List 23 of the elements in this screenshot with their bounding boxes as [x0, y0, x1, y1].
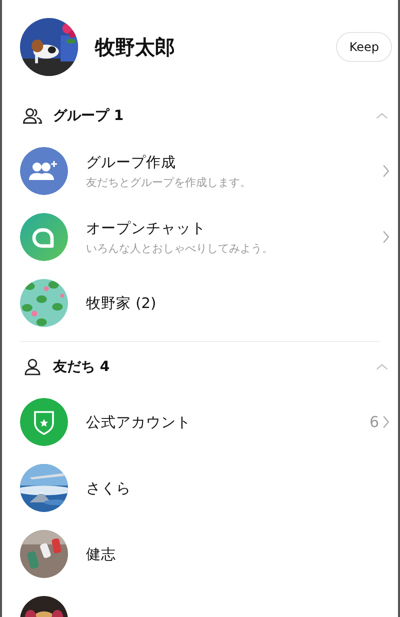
row-title[interactable]: グループ作成 [86, 152, 382, 172]
section-title: グループ 1 [53, 107, 125, 125]
row-title[interactable]: 健志 [86, 544, 390, 564]
row-subtitle: いろんな人とおしゃべりしてみよう。 [86, 240, 274, 256]
count: 6 [369, 413, 379, 431]
person-icon [22, 358, 43, 376]
section-title: 友だち 4 [53, 358, 111, 376]
chevron-right-icon[interactable] [382, 230, 390, 244]
row-title[interactable]: さくら [86, 478, 390, 498]
collapse-icon[interactable] [376, 363, 388, 371]
add-people-icon [20, 147, 68, 195]
row-subtitle: 友だちとグループを作成します。 [86, 174, 252, 190]
keep-button[interactable]: Keep [336, 32, 392, 62]
collapse-icon[interactable] [376, 112, 388, 120]
shield-icon [20, 398, 68, 446]
row-title[interactable]: オープンチャット [86, 218, 382, 238]
chevron-right-icon[interactable] [382, 164, 390, 178]
row-title[interactable]: 牧野家 (2) [86, 294, 390, 312]
people-icon [22, 107, 43, 125]
row-title[interactable]: 公式アカウント [86, 412, 370, 432]
chevron-right-icon[interactable] [382, 415, 390, 429]
chat-icon [20, 213, 68, 261]
profile-name: 牧野太郎 [95, 34, 176, 60]
